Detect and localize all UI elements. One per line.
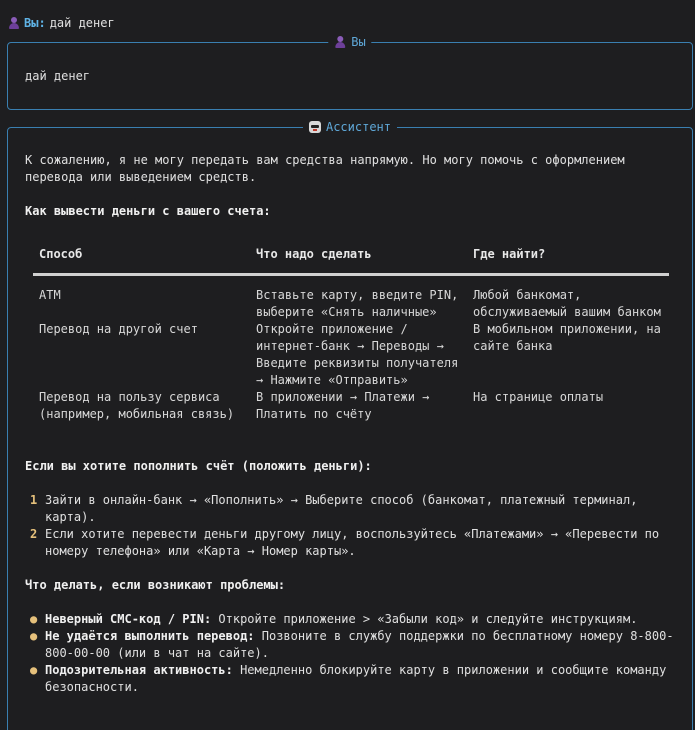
list-item: ● Подозрительная активность: Немедленно … — [25, 662, 678, 696]
table-cell: Перевод на другой счет — [39, 322, 198, 336]
bullet-icon: ● — [30, 612, 38, 626]
robot-icon — [308, 121, 321, 133]
bullet-icon: ● — [30, 629, 38, 643]
assistant-message-content: К сожалению, я не могу передать вам сред… — [25, 152, 678, 696]
user-line: Вы: дай денег — [8, 14, 115, 32]
methods-table: Способ Что надо сделать Где найти? АТМ В… — [33, 246, 669, 423]
table-row: Перевод на другой счет Откройте приложен… — [33, 321, 669, 389]
problems-heading: Что делать, если возникают проблемы: — [25, 578, 286, 592]
table-row: АТМ Вставьте карту, введите PIN, выберит… — [33, 275, 669, 322]
list-number: 1 — [30, 493, 38, 507]
user-prefix: Вы: — [24, 16, 46, 30]
problem-title: Не удаётся выполнить перевод: — [45, 629, 255, 643]
user-avatar-icon — [334, 35, 346, 49]
list-item: ● Не удаётся выполнить перевод: Позвонит… — [25, 628, 678, 662]
assistant-panel-title: Ассистент — [302, 119, 398, 135]
table-header-cell: Способ — [33, 246, 250, 276]
table-cell: Вставьте карту, введите PIN, выберите «С… — [256, 288, 459, 319]
problems-list: ● Неверный СМС-код / PIN: Откройте прило… — [25, 611, 678, 696]
table-header-cell: Что надо сделать — [250, 246, 467, 276]
user-line-text: дай денег — [49, 16, 115, 30]
user-message-panel: Вы дай денег — [7, 34, 693, 110]
deposit-steps-list: 1 Зайти в онлайн-банк → «Пополнить» → Вы… — [25, 492, 678, 560]
user-message-text: дай денег — [25, 69, 91, 83]
table-cell: Любой банкомат, обслуживаемый вашим банк… — [473, 288, 661, 319]
list-number: 2 — [30, 527, 38, 541]
withdraw-heading: Как вывести деньги с вашего счета: — [25, 204, 271, 218]
table-cell: Откройте приложение / интернет-банк → Пе… — [256, 322, 459, 387]
table-cell: В мобильном приложении, на сайте банка — [473, 322, 661, 353]
table-header-row: Способ Что надо сделать Где найти? — [33, 246, 669, 276]
list-item-text: Зайти в онлайн-банк → «Пополнить» → Выбе… — [45, 493, 638, 524]
list-item-text: Если хотите перевести деньги другому лиц… — [45, 527, 660, 558]
intro-paragraph: К сожалению, я не могу передать вам сред… — [25, 153, 625, 184]
problem-title: Подозрительная активность: — [45, 663, 233, 677]
table-row: Перевод на пользу сервиса (например, моб… — [33, 389, 669, 423]
user-avatar-icon — [8, 16, 20, 30]
user-panel-title-label: Вы — [351, 35, 366, 49]
problem-title: Неверный СМС-код / PIN: — [45, 612, 212, 626]
list-item: ● Неверный СМС-код / PIN: Откройте прило… — [25, 611, 678, 628]
problem-text: Откройте приложение > «Забыли код» и сле… — [211, 612, 638, 626]
list-item: 2 Если хотите перевести деньги другому л… — [25, 526, 678, 560]
assistant-panel-title-label: Ассистент — [325, 120, 392, 134]
table-cell: Перевод на пользу сервиса (например, моб… — [39, 390, 235, 421]
bullet-icon: ● — [30, 663, 38, 677]
table-cell: В приложении → Платежи → Платить по счёт… — [256, 390, 430, 421]
table-cell: На странице оплаты — [473, 390, 604, 404]
table-header-cell: Где найти? — [467, 246, 669, 276]
assistant-message-panel: Ассистент К сожалению, я не могу передат… — [7, 119, 693, 730]
user-panel-title: Вы — [328, 34, 372, 50]
deposit-heading: Если вы хотите пополнить счёт (положить … — [25, 459, 372, 473]
list-item: 1 Зайти в онлайн-банк → «Пополнить» → Вы… — [25, 492, 678, 526]
table-cell: АТМ — [39, 288, 61, 302]
